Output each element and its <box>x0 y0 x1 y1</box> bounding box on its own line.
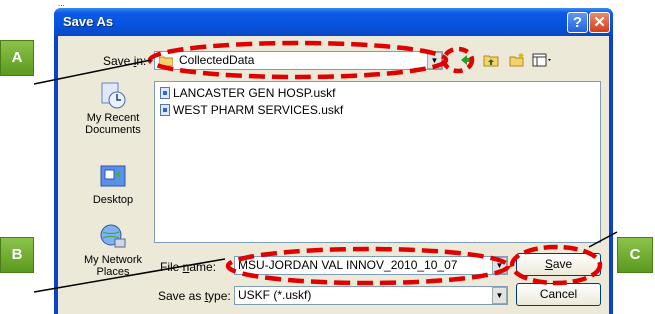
highlight-save-button-ellipse <box>509 244 603 286</box>
highlight-save-in-ellipse <box>147 40 449 80</box>
annotation-badge-c: C <box>617 237 653 273</box>
pointer-c-line <box>588 231 618 248</box>
annotation-badge-a: A <box>0 40 34 76</box>
pointer-b-line <box>33 258 226 293</box>
pointer-a-line <box>33 59 152 85</box>
annotation-overlay <box>33 40 618 293</box>
highlight-file-name-ellipse <box>225 246 511 286</box>
annotation-badge-b: B <box>0 237 34 273</box>
